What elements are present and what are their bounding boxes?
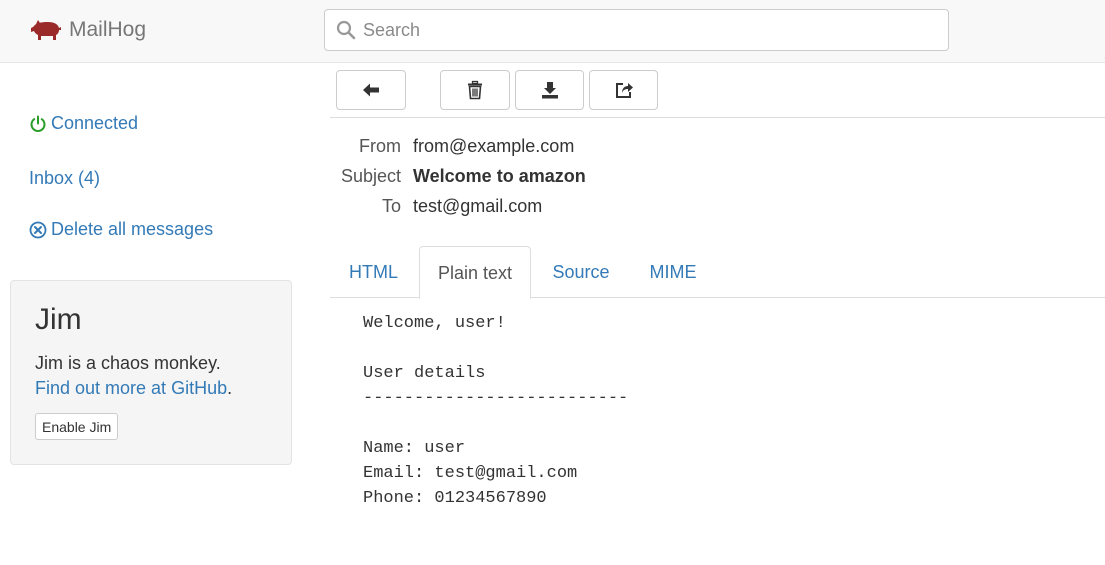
to-value: test@gmail.com bbox=[413, 196, 543, 216]
to-label: To bbox=[381, 196, 401, 216]
search-icon bbox=[336, 20, 356, 40]
body-line: Email: test@gmail.com bbox=[363, 464, 578, 483]
jim-panel: Jim Jim is a chaos monkey. Find out more… bbox=[10, 280, 292, 465]
top-navbar: MailHog bbox=[0, 0, 1105, 63]
share-button[interactable] bbox=[589, 70, 658, 110]
sidebar: Connected Inbox (4) Delete all messages … bbox=[0, 64, 310, 565]
body-line bbox=[363, 336, 628, 361]
message-body: Welcome, user! User details -------------… bbox=[363, 311, 628, 511]
search-input[interactable] bbox=[363, 11, 923, 49]
from-value: from@example.com bbox=[413, 136, 575, 156]
download-button[interactable] bbox=[515, 70, 584, 110]
connected-label: Connected bbox=[51, 113, 139, 133]
body-line: -------------------------- bbox=[363, 389, 629, 408]
message-tabs: HTML Plain text Source MIME bbox=[330, 246, 1105, 299]
trash-icon bbox=[468, 80, 482, 100]
jim-link-suffix: . bbox=[227, 378, 233, 398]
power-icon bbox=[30, 115, 46, 132]
pig-icon bbox=[31, 20, 61, 40]
toolbar-divider bbox=[330, 117, 1105, 118]
jim-github-link[interactable]: Find out more at GitHub bbox=[35, 378, 227, 398]
search-box[interactable] bbox=[324, 9, 949, 51]
body-line: User details bbox=[363, 364, 486, 383]
enable-jim-button[interactable]: Enable Jim bbox=[35, 413, 119, 440]
inbox-link[interactable]: Inbox (4) bbox=[29, 168, 100, 189]
remove-circle-icon bbox=[29, 221, 47, 238]
connected-status-link[interactable]: Connected bbox=[29, 113, 138, 134]
tab-html[interactable]: HTML bbox=[330, 246, 417, 298]
body-line: Phone: 01234567890 bbox=[363, 489, 547, 508]
back-button[interactable] bbox=[336, 70, 406, 110]
subject-label: Subject bbox=[340, 166, 401, 186]
brand-logo[interactable]: MailHog bbox=[30, 16, 146, 44]
inbox-label: Inbox (4) bbox=[29, 168, 101, 188]
share-icon bbox=[615, 83, 633, 98]
delete-button[interactable] bbox=[440, 70, 510, 110]
delete-all-messages-link[interactable]: Delete all messages bbox=[29, 219, 213, 240]
jim-title: Jim bbox=[35, 303, 82, 336]
arrow-left-icon bbox=[363, 83, 379, 97]
subject-value: Welcome to amazon bbox=[413, 166, 586, 186]
body-line: Name: user bbox=[363, 439, 466, 458]
from-label: From bbox=[359, 136, 401, 156]
download-icon bbox=[541, 82, 558, 99]
jim-github-line: Find out more at GitHub. bbox=[35, 378, 232, 399]
body-line: Welcome, user! bbox=[363, 314, 506, 333]
body-line bbox=[363, 411, 628, 436]
tab-mime[interactable]: MIME bbox=[633, 246, 713, 298]
brand-name: MailHog bbox=[69, 18, 147, 41]
tab-plain-text[interactable]: Plain text bbox=[419, 246, 531, 299]
jim-description: Jim is a chaos monkey. bbox=[35, 353, 221, 373]
tab-source[interactable]: Source bbox=[533, 246, 629, 298]
delete-all-label: Delete all messages bbox=[51, 219, 214, 239]
